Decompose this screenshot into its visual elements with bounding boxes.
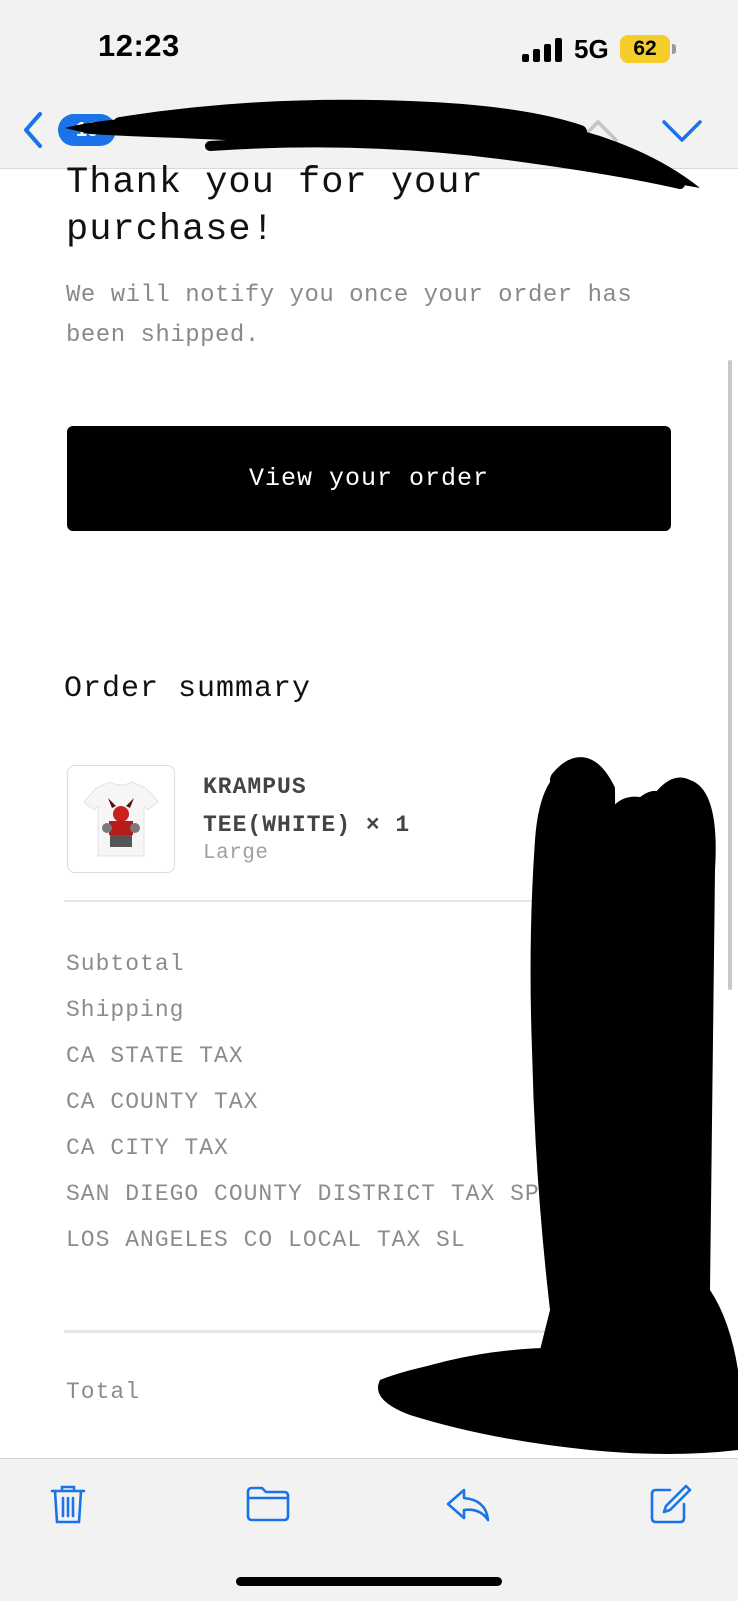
notify-subtext: We will notify you once your order has b… [66, 282, 633, 349]
item-variant: Large [203, 842, 269, 865]
redaction-scribble [60, 96, 710, 206]
redaction-scribble [370, 750, 738, 1460]
battery-tip [672, 44, 676, 54]
order-summary-title: Order summary [64, 672, 312, 706]
product-thumbnail [67, 765, 175, 873]
compose-icon[interactable] [648, 1482, 692, 1526]
signal-icon [522, 38, 564, 62]
reply-icon[interactable] [444, 1482, 492, 1526]
trash-icon[interactable] [46, 1482, 90, 1526]
view-order-button[interactable]: View your order [67, 426, 671, 531]
network-label: 5G [574, 34, 609, 64]
total-label: Total [66, 1379, 141, 1405]
home-indicator[interactable] [236, 1577, 502, 1586]
battery-icon: 62 [620, 35, 670, 63]
chevron-left-icon[interactable] [20, 110, 46, 155]
status-time: 12:23 [98, 28, 180, 63]
folder-icon[interactable] [244, 1482, 292, 1526]
